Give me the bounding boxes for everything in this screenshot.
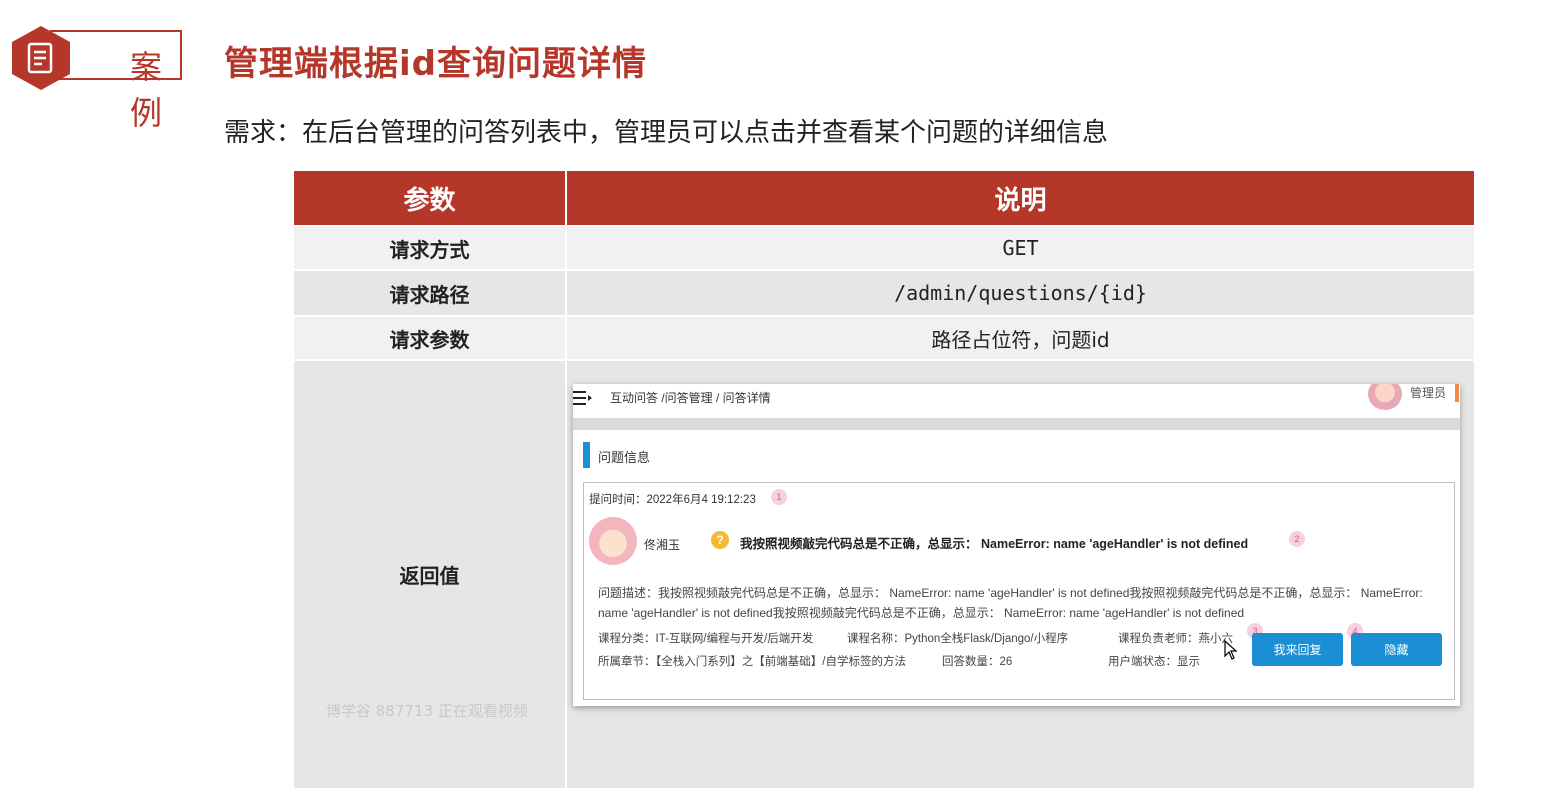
answer-count: 回答数量：26 [942, 656, 1013, 668]
section-title: 问题信息 [598, 450, 651, 465]
document-icon [12, 26, 70, 90]
watermark: 博学谷 887713 正在观看视频 [326, 702, 528, 720]
param-name: 返回值 [294, 359, 567, 788]
param-name: 请求参数 [294, 315, 567, 360]
param-name: 请求路径 [294, 269, 567, 316]
requirement-text: 需求：在后台管理的问答列表中，管理员可以点击并查看某个问题的详细信息 [224, 118, 1109, 148]
case-label: 案例 [130, 48, 165, 132]
question-mark-icon: ? [711, 531, 729, 549]
course-category: 课程分类：IT-互联网/编程与开发/后端开发 [598, 633, 814, 645]
breadcrumb: 互动问答 /问答管理 / 问答详情 [610, 391, 771, 405]
accent-bar [1455, 384, 1459, 402]
table-row: 请求参数 路径占位符，问题id [294, 315, 1474, 360]
chapter: 所属章节：【全栈入门系列】之【前端基础】/自学标签的方法 [598, 656, 906, 668]
course-teacher: 课程负责老师：燕小六 [1118, 633, 1233, 645]
column-header-desc: 说明 [566, 171, 1474, 226]
reply-button[interactable]: 我来回复 [1252, 633, 1343, 666]
annotation-badge: 1 [771, 489, 787, 505]
question-detail-screenshot: 互动问答 /问答管理 / 问答详情 管理员 问题信息 提问时间：2022年6月4… [573, 384, 1460, 706]
avatar [589, 517, 637, 565]
mouse-cursor-icon [1224, 640, 1238, 660]
avatar[interactable] [1368, 384, 1402, 410]
param-name: 请求方式 [294, 225, 567, 270]
divider [573, 418, 1460, 430]
ask-time: 提问时间：2022年6月4 19:12:23 [589, 494, 756, 506]
hide-button[interactable]: 隐藏 [1351, 633, 1442, 666]
user-name: 佟湘玉 [644, 538, 681, 552]
param-value: GET [566, 225, 1474, 270]
user-status: 用户端状态：显示 [1108, 656, 1200, 668]
course-name: 课程名称：Python全栈Flask/Django/小程序 [847, 633, 1069, 645]
table-row: 请求路径 /admin/questions/{id} [294, 269, 1474, 316]
top-bar: 互动问答 /问答管理 / 问答详情 管理员 [573, 384, 1460, 418]
case-badge: 案例 [12, 26, 184, 132]
param-value: /admin/questions/{id} [566, 269, 1474, 316]
admin-name[interactable]: 管理员 [1410, 384, 1446, 401]
question-description: 问题描述：我按照视频敲完代码总是不正确，总显示： NameError: name… [598, 586, 1423, 620]
question-title: 我按照视频敲完代码总是不正确，总显示： NameError: name 'age… [740, 537, 1249, 551]
question-card: 提问时间：2022年6月4 19:12:23 1 佟湘玉 ? 我按照视频敲完代码… [583, 482, 1455, 700]
table-row: 请求方式 GET [294, 225, 1474, 270]
slide-title: 管理端根据id查询问题详情 [224, 44, 647, 84]
section-marker [583, 442, 590, 468]
menu-icon[interactable] [573, 390, 593, 406]
param-value: 路径占位符，问题id [566, 315, 1474, 360]
column-header-param: 参数 [294, 171, 567, 226]
annotation-badge: 2 [1289, 531, 1305, 547]
